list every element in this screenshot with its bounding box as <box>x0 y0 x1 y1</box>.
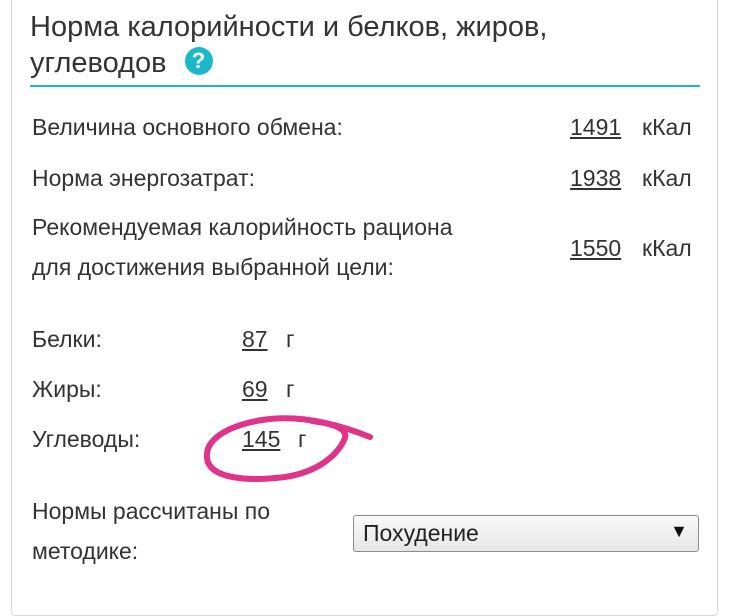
handdrawn-highlight-circle <box>203 415 373 482</box>
